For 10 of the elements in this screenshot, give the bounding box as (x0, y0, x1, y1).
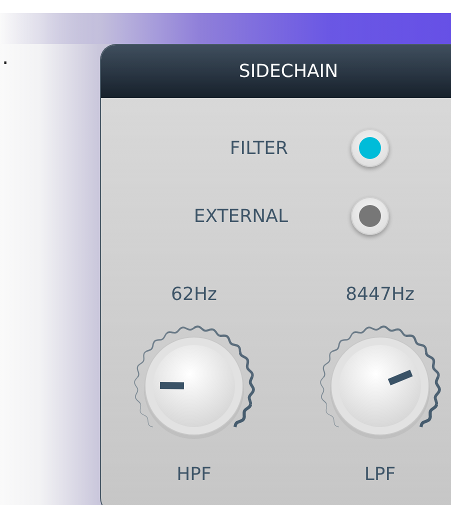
source-label: EXTERNAL (192, 204, 288, 228)
source-label: FILTER (228, 136, 288, 160)
frequency-value: 62Hz (171, 283, 217, 307)
knob-label: HPF (176, 463, 212, 487)
radio-button[interactable] (351, 129, 389, 167)
panel-title: SIDECHAIN (101, 45, 451, 98)
page-text-fragment: . (2, 44, 10, 71)
frequency-value: 8447Hz (346, 283, 414, 307)
knob-label: LPF (364, 463, 396, 487)
radio-button[interactable] (351, 197, 389, 235)
